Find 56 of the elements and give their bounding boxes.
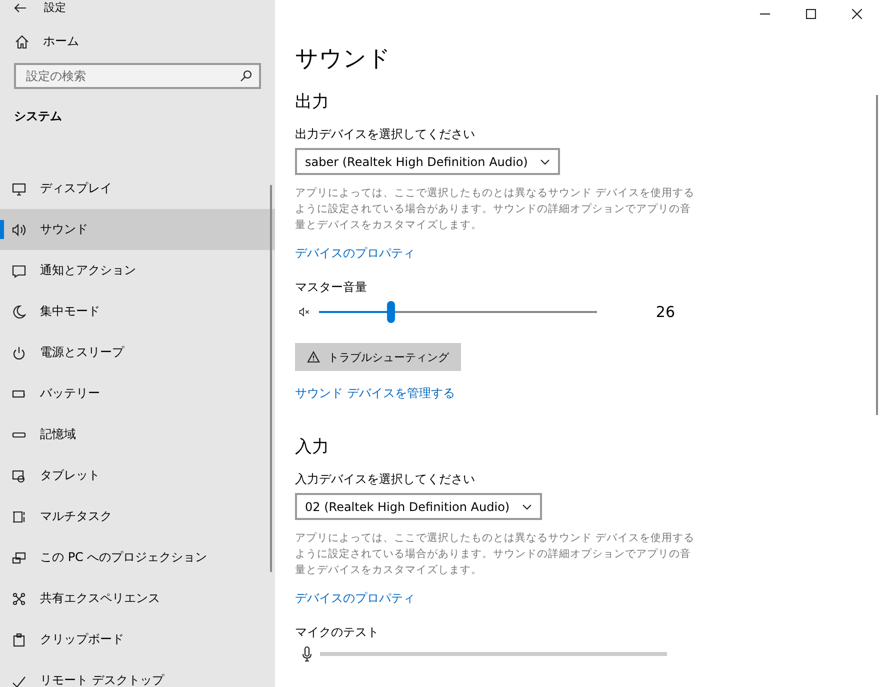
sidebar-item[interactable]: マルチタスク <box>0 496 275 537</box>
nav-icon <box>12 592 26 606</box>
sidebar-item[interactable]: 共有エクスペリエンス <box>0 578 275 619</box>
device-properties-link[interactable]: デバイスのプロパティ <box>295 590 415 606</box>
home-link[interactable]: ホーム <box>43 33 79 50</box>
nav-icon <box>12 182 26 196</box>
nav-icon <box>12 304 26 318</box>
volume-reading: 26 <box>656 303 675 321</box>
sidebar-item[interactable]: タブレット <box>0 455 275 496</box>
microphone-icon <box>302 646 312 662</box>
nav-icon <box>12 468 26 482</box>
device-properties-link[interactable]: デバイスのプロパティ <box>295 245 415 261</box>
warning-icon <box>307 351 320 363</box>
chevron-down-icon <box>540 158 550 164</box>
close-icon[interactable] <box>852 9 862 19</box>
nav-icon <box>12 632 26 646</box>
manage-devices-link[interactable]: サウンド デバイスを管理する <box>295 385 455 401</box>
sidebar-item[interactable]: この PC へのプロジェクション <box>0 537 275 578</box>
nav-icon <box>12 222 26 236</box>
sidebar-item[interactable]: ディスプレイ <box>0 168 275 209</box>
description-text: アプリによっては、ここで選択したものとは異なるサウンド デバイスを使用するように設定されている場合があります。サウンドの詳細オプションでアプリの音量とデバイスをカスタマイズします。 <box>295 531 695 578</box>
troubleshoot-button[interactable]: トラブルシューティング <box>295 343 461 371</box>
nav-icon <box>12 550 26 564</box>
device-dropdown[interactable]: 02 (Realtek High Definition Audio) <box>295 493 542 520</box>
slider-thumb[interactable] <box>387 301 396 323</box>
field-label: 入力デバイスを選択してください <box>295 471 475 487</box>
sidebar-item[interactable]: サウンド <box>0 209 275 250</box>
window-title: 設定 <box>44 0 66 15</box>
scrollbar[interactable] <box>270 185 272 572</box>
home-icon <box>15 34 29 48</box>
sidebar-item[interactable]: 電源とスリープ <box>0 332 275 373</box>
nav-icon <box>12 346 26 360</box>
sidebar-item[interactable]: リモート デスクトップ <box>0 660 275 687</box>
search-field[interactable]: 設定の検索 <box>14 63 261 89</box>
nav-icon <box>12 264 26 278</box>
chevron-down-icon <box>522 504 532 510</box>
volume-label: マスター音量 <box>295 279 367 295</box>
sidebar-item[interactable]: クリップボード <box>0 619 275 660</box>
back-arrow-icon[interactable] <box>14 2 26 12</box>
mic-test-label: マイクのテスト <box>295 624 379 640</box>
description-text: アプリによっては、ここで選択したものとは異なるサウンド デバイスを使用するように設定されている場合があります。サウンドの詳細オプションでアプリの音量とデバイスをカスタマイズします。 <box>295 186 695 233</box>
section-heading: 出力 <box>295 91 329 114</box>
muted-speaker-icon[interactable] <box>299 306 311 318</box>
sidebar-item[interactable]: バッテリー <box>0 373 275 414</box>
sidebar-item[interactable]: 記憶域 <box>0 414 275 455</box>
device-dropdown[interactable]: saber (Realtek High Definition Audio) <box>295 148 560 175</box>
search-icon <box>240 70 252 82</box>
page-title: サウンド <box>295 45 392 74</box>
nav-icon <box>12 510 26 524</box>
section-heading: 入力 <box>295 436 329 459</box>
sidebar-item[interactable]: 集中モード <box>0 291 275 332</box>
field-label: 出力デバイスを選択してください <box>295 126 475 142</box>
section-heading: システム <box>13 108 63 124</box>
maximize-icon[interactable] <box>806 9 816 19</box>
sidebar-item[interactable]: 通知とアクション <box>0 250 275 291</box>
scrollbar[interactable] <box>876 95 878 415</box>
